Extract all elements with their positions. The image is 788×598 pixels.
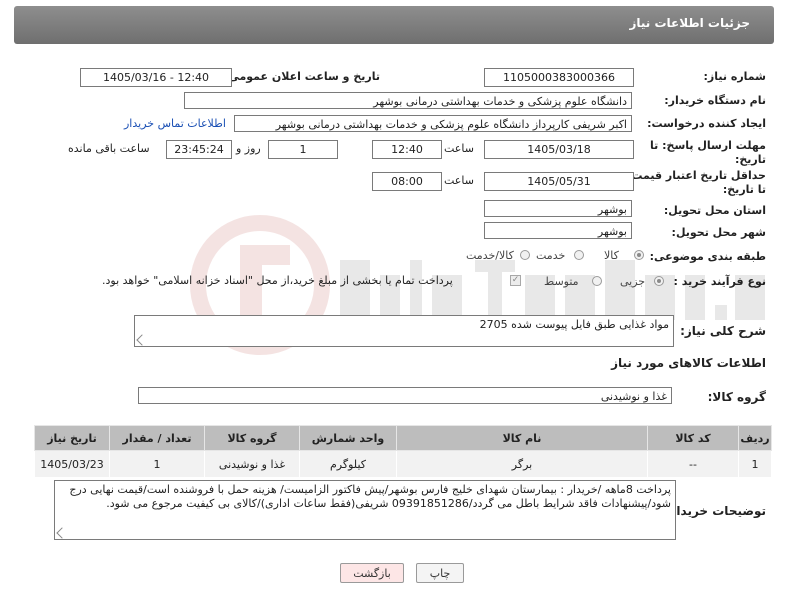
col-header-need-date: تاریخ نیاز xyxy=(34,425,110,451)
description-label: شرح کلی نیاز: xyxy=(680,324,766,338)
category-option-service: خدمت xyxy=(536,249,566,262)
table-row: 1 -- برگر کیلوگرم غذا و نوشیدنی 1 1405/0… xyxy=(34,450,772,478)
description-text: مواد غذایی طبق فایل پیوست شده 2705 xyxy=(479,318,669,331)
need-number-label: شماره نیاز: xyxy=(703,70,766,83)
remaining-time-field[interactable]: 23:45:24 xyxy=(166,140,232,159)
treasury-checkbox[interactable]: ✓ xyxy=(510,275,521,286)
header-bar: جزئیات اطلاعات نیاز xyxy=(14,6,774,44)
col-header-row-number: ردیف xyxy=(738,425,772,451)
process-type-label: نوع فرآیند خرید : xyxy=(673,275,766,288)
table-header-row: ردیف کد کالا نام کالا واحد شمارش گروه کا… xyxy=(34,425,772,451)
description-textarea[interactable]: مواد غذایی طبق فایل پیوست شده 2705 xyxy=(134,315,674,347)
cell-quantity: 1 xyxy=(109,450,205,478)
back-button[interactable]: بازگشت xyxy=(340,563,404,583)
col-header-quantity: تعداد / مقدار xyxy=(109,425,205,451)
buyer-contact-link[interactable]: اطلاعات تماس خریدار xyxy=(124,117,226,130)
category-radio-goods-service[interactable] xyxy=(520,250,530,260)
buyer-org-label: نام دستگاه خریدار: xyxy=(664,94,766,107)
goods-table: ردیف کد کالا نام کالا واحد شمارش گروه کا… xyxy=(34,425,772,478)
print-button[interactable]: چاپ xyxy=(416,563,464,583)
requester-label: ایجاد کننده درخواست: xyxy=(647,117,766,130)
delivery-city-field[interactable]: بوشهر xyxy=(484,222,632,239)
reply-deadline-date-field[interactable]: 1405/03/18 xyxy=(484,140,634,159)
process-radio-medium[interactable] xyxy=(592,276,602,286)
treasury-payment-note: پرداخت تمام یا بخشی از مبلغ خرید،از محل … xyxy=(102,274,453,287)
cell-need-date: 1405/03/23 xyxy=(34,450,110,478)
category-label: طبقه بندی موضوعی: xyxy=(649,250,766,263)
process-option-medium: متوسط xyxy=(544,275,579,288)
category-option-goods: کالا xyxy=(604,249,619,262)
delivery-province-field[interactable]: بوشهر xyxy=(484,200,632,217)
cell-unit: کیلوگرم xyxy=(299,450,397,478)
price-validity-label: حداقل تاریخ اعتبار قیمت: xyxy=(626,169,766,182)
goods-section-title: اطلاعات کالاهای مورد نیاز xyxy=(611,356,766,370)
remaining-time-label: ساعت باقی مانده xyxy=(68,142,150,155)
reply-deadline-label-2: تاریخ: xyxy=(734,153,766,166)
resize-handle-icon[interactable] xyxy=(56,527,68,539)
announce-datetime-field[interactable]: 1405/03/16 - 12:40 xyxy=(80,68,232,87)
reply-time-label: ساعت xyxy=(444,142,474,155)
process-option-minor: جزیی xyxy=(620,275,646,288)
page-title: جزئیات اطلاعات نیاز xyxy=(629,16,750,30)
price-validity-label-2: تا تاریخ: xyxy=(722,183,766,196)
col-header-unit: واحد شمارش xyxy=(299,425,397,451)
cell-goods-name: برگر xyxy=(396,450,648,478)
goods-group-field[interactable]: غذا و نوشیدنی xyxy=(138,387,672,404)
remaining-days-field[interactable]: 1 xyxy=(268,140,338,159)
price-validity-time-label: ساعت xyxy=(444,174,474,187)
price-validity-time-field[interactable]: 08:00 xyxy=(372,172,442,191)
col-header-goods-name: نام کالا xyxy=(396,425,648,451)
col-header-goods-group: گروه کالا xyxy=(204,425,300,451)
category-option-goods-service: کالا/خدمت xyxy=(466,249,514,262)
buyer-notes-text: پرداخت 8ماهه /خریدار : بیمارستان شهدای خ… xyxy=(69,483,671,510)
process-radio-minor[interactable] xyxy=(654,276,664,286)
cell-goods-group: غذا و نوشیدنی xyxy=(204,450,300,478)
reply-deadline-time-field[interactable]: 12:40 xyxy=(372,140,442,159)
category-radio-service[interactable] xyxy=(574,250,584,260)
buyer-notes-label: توضیحات خریدار: xyxy=(664,504,766,518)
delivery-province-label: استان محل تحویل: xyxy=(663,204,766,217)
buyer-org-field[interactable]: دانشگاه علوم پزشکی و خدمات بهداشتی درمان… xyxy=(184,92,632,109)
reply-deadline-label: مهلت ارسال پاسخ: تا xyxy=(650,139,766,152)
days-label: روز و xyxy=(236,142,261,155)
resize-handle-icon[interactable] xyxy=(136,334,148,346)
cell-row-number: 1 xyxy=(738,450,772,478)
announce-datetime-label: تاریخ و ساعت اعلان عمومی: xyxy=(223,70,380,83)
buyer-notes-textarea[interactable]: پرداخت 8ماهه /خریدار : بیمارستان شهدای خ… xyxy=(54,480,676,540)
need-number-field[interactable]: 1105000383000366 xyxy=(484,68,634,87)
category-radio-goods[interactable] xyxy=(634,250,644,260)
col-header-goods-code: کد کالا xyxy=(647,425,739,451)
cell-goods-code: -- xyxy=(647,450,739,478)
goods-group-label: گروه کالا: xyxy=(707,390,766,404)
requester-field[interactable]: اکبر شریفی کارپرداز دانشگاه علوم پزشکی و… xyxy=(234,115,632,132)
price-validity-date-field[interactable]: 1405/05/31 xyxy=(484,172,634,191)
delivery-city-label: شهر محل تحویل: xyxy=(671,226,766,239)
